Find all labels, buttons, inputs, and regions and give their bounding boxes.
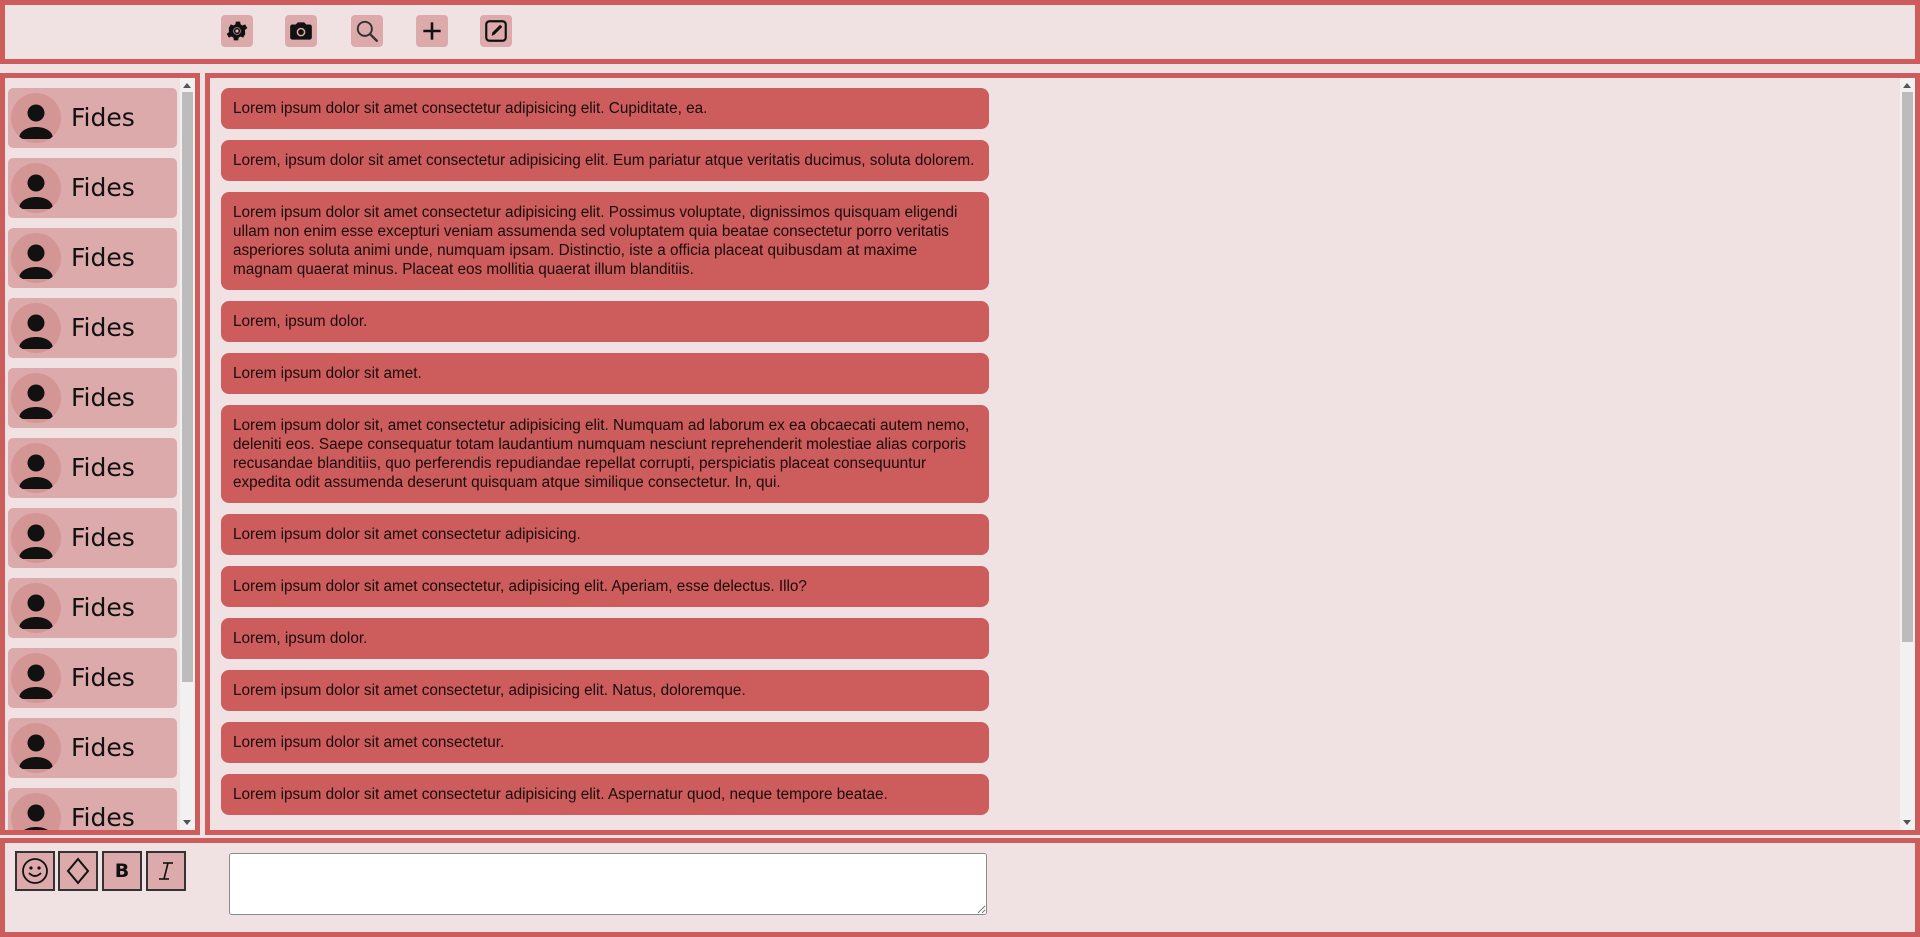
- message-bubble: Lorem, ipsum dolor.: [221, 618, 989, 659]
- avatar: [11, 93, 61, 143]
- message-bubble: Lorem ipsum dolor sit amet consectetur a…: [221, 774, 989, 815]
- search-icon[interactable]: [351, 15, 383, 47]
- avatar: [11, 653, 61, 703]
- message-pane: Lorem ipsum dolor sit amet consectetur a…: [205, 73, 1920, 835]
- contact-name: Fides: [71, 383, 135, 412]
- contact-item[interactable]: Fides: [8, 788, 177, 832]
- message-bubble: Lorem ipsum dolor sit amet consectetur a…: [221, 514, 989, 555]
- contact-name: Fides: [71, 103, 135, 132]
- message-bubble: Lorem ipsum dolor sit amet consectetur a…: [221, 192, 989, 290]
- message-bubble: Lorem ipsum dolor sit amet.: [221, 353, 989, 394]
- contact-name: Fides: [71, 173, 135, 202]
- avatar: [11, 373, 61, 423]
- contact-item[interactable]: Fides: [8, 228, 177, 288]
- scroll-down-arrow[interactable]: [183, 820, 191, 825]
- person-icon: [19, 314, 53, 349]
- scroll-down-arrow[interactable]: [1903, 820, 1911, 825]
- message-bubble: Lorem ipsum dolor sit amet consectetur, …: [221, 566, 989, 607]
- person-icon: [19, 174, 53, 209]
- plus-icon[interactable]: [416, 15, 448, 47]
- contact-item[interactable]: Fides: [8, 368, 177, 428]
- messages-scrollbar[interactable]: [1900, 78, 1915, 830]
- person-icon: [19, 524, 53, 559]
- scrollbar-thumb[interactable]: [1902, 92, 1913, 642]
- settings-icon[interactable]: [221, 15, 253, 47]
- contact-list: Fides Fides Fides Fides Fides Fides Fides Fides…: [0, 73, 200, 835]
- person-icon: [19, 454, 53, 489]
- contact-item[interactable]: Fides: [8, 648, 177, 708]
- contact-name: Fides: [71, 313, 135, 342]
- diamond-icon: [66, 857, 90, 885]
- scrollbar-thumb[interactable]: [182, 92, 193, 682]
- emoji-icon: [22, 858, 48, 884]
- sidebar-scrollbar[interactable]: [180, 78, 195, 830]
- contact-item[interactable]: Fides: [8, 158, 177, 218]
- message-bubble: Lorem ipsum dolor sit amet consectetur a…: [221, 88, 989, 129]
- message-bubble: Lorem ipsum dolor sit, amet consectetur …: [221, 405, 989, 503]
- contact-name: Fides: [71, 523, 135, 552]
- scroll-up-arrow[interactable]: [1903, 83, 1911, 88]
- contact-item[interactable]: Fides: [8, 718, 177, 778]
- camera-icon[interactable]: [285, 15, 317, 47]
- contact-name: Fides: [71, 453, 135, 482]
- avatar: [11, 303, 61, 353]
- contact-name: Fides: [71, 803, 135, 832]
- diamond-button[interactable]: [58, 851, 98, 891]
- person-icon: [19, 734, 53, 769]
- person-icon: [19, 594, 53, 629]
- person-icon: [19, 664, 53, 699]
- person-icon: [24, 804, 48, 830]
- message-bubble: Lorem ipsum dolor sit amet consectetur, …: [221, 670, 989, 711]
- avatar: [11, 583, 61, 633]
- contact-item[interactable]: Fides: [8, 508, 177, 568]
- emoji-button[interactable]: [15, 851, 55, 891]
- avatar: [11, 443, 61, 493]
- contact-name: Fides: [71, 733, 135, 762]
- contact-item[interactable]: Fides: [8, 578, 177, 638]
- message-input[interactable]: [229, 853, 987, 915]
- italic-button[interactable]: [146, 851, 186, 891]
- avatar: [11, 513, 61, 563]
- message-composer: B: [0, 838, 1920, 937]
- top-toolbar: [0, 0, 1920, 64]
- message-bubble: Lorem ipsum dolor sit amet consectetur.: [221, 722, 989, 763]
- person-icon: [19, 384, 53, 419]
- person-icon: [19, 104, 53, 139]
- person-icon: [19, 244, 53, 279]
- scroll-up-arrow[interactable]: [183, 83, 191, 88]
- message-bubble: Lorem, ipsum dolor.: [221, 301, 989, 342]
- contact-item[interactable]: Fides: [8, 298, 177, 358]
- bold-button[interactable]: B: [102, 851, 142, 891]
- contact-name: Fides: [71, 593, 135, 622]
- bold-icon: B: [114, 860, 130, 882]
- avatar: [11, 723, 61, 773]
- message-bubble: Lorem, ipsum dolor sit amet consectetur …: [221, 140, 989, 181]
- contact-item[interactable]: Fides: [8, 438, 177, 498]
- avatar: [11, 163, 61, 213]
- edit-icon[interactable]: [480, 15, 512, 47]
- contact-item[interactable]: Fides: [8, 88, 177, 148]
- avatar: [11, 233, 61, 283]
- contact-name: Fides: [71, 663, 135, 692]
- avatar: [11, 793, 61, 830]
- contact-name: Fides: [71, 243, 135, 272]
- italic-icon: [159, 862, 173, 880]
